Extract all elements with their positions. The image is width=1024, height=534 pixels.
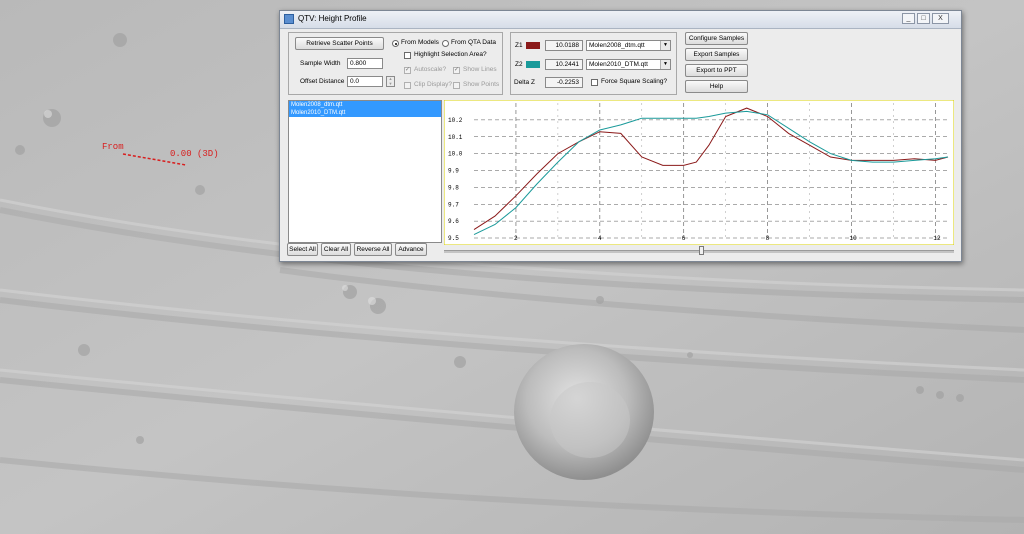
y-tick-label: 9.8 [448,184,459,191]
highlight-selection-label: Highlight Selection Area? [414,51,487,58]
clip-display-label: Clip Display? [414,81,452,88]
offset-distance-input[interactable]: 0.0 [347,76,383,87]
x-tick-label: 2 [514,235,518,242]
list-item[interactable]: Molen2008_dtm.qtt [289,101,441,109]
delta-z-value: -0.2253 [545,77,583,88]
sample-width-input[interactable]: 0.800 [347,58,383,69]
plot-background [444,100,954,245]
delta-z-label: Delta Z [514,79,535,86]
autoscale-label: Autoscale? [414,66,447,73]
y-tick-label: 9.5 [448,235,459,242]
x-tick-label: 12 [933,235,941,242]
maximize-button[interactable]: □ [917,13,930,24]
help-button[interactable]: Help [685,80,748,93]
z2-model-value: Molen2010_DTM.qtt [589,61,648,68]
chevron-down-icon[interactable]: ▼ [660,41,670,50]
export-to-ppt-button[interactable]: Export to PPT [685,64,748,77]
y-tick-label: 9.6 [448,218,459,225]
chevron-down-icon[interactable]: ▼ [660,60,670,69]
annotation-from-label: From [102,142,124,152]
annotation-distance-label: 0.00 (3D) [170,149,219,159]
z2-model-select[interactable]: Molen2010_DTM.qtt ▼ [586,59,671,70]
reverse-all-button[interactable]: Reverse All [354,243,392,256]
z1-label: Z1 [515,42,523,49]
highlight-selection-checkbox[interactable] [404,52,411,59]
from-qta-data-radio[interactable] [442,40,449,47]
z1-model-value: Molen2008_dtm.qtt [589,42,645,49]
autoscale-checkbox[interactable]: ✓ [404,67,411,74]
z1-value: 10.0188 [545,40,583,51]
z1-model-select[interactable]: Molen2008_dtm.qtt ▼ [586,40,671,51]
offset-distance-label: Offset Distance [300,78,345,85]
force-square-scaling-label: Force Square Scaling? [601,78,668,85]
from-models-label: From Models [401,39,439,46]
z2-label: Z2 [515,61,523,68]
model-list[interactable]: Molen2008_dtm.qtt Molen2010_DTM.qtt [288,100,442,243]
height-profile-chart[interactable]: 9.5 9.6 9.7 9.8 9.9 10.0 10.1 10.2 2 4 6 8 10 12 [444,100,954,245]
show-points-label: Show Points [463,81,500,88]
force-square-scaling-checkbox[interactable] [591,79,598,86]
clear-all-button[interactable]: Clear All [321,243,351,256]
y-tick-label: 9.7 [448,201,459,208]
configure-samples-button[interactable]: Configure Samples [685,32,748,45]
select-all-button[interactable]: Select All [287,243,318,256]
show-lines-label: Show Lines [463,66,497,73]
list-item[interactable]: Molen2010_DTM.qtt [289,109,441,117]
z1-color-swatch[interactable] [526,42,540,49]
close-button[interactable]: X [932,13,949,24]
x-tick-label: 10 [850,235,858,242]
sample-width-label: Sample Width [300,60,341,67]
x-tick-label: 4 [598,235,602,242]
from-models-radio[interactable] [392,40,399,47]
title-bar[interactable]: QTV: Height Profile _ □ X [280,11,961,29]
advance-button[interactable]: Advance [395,243,427,256]
app-icon [284,14,294,24]
y-tick-label: 10.2 [448,117,463,124]
y-tick-label: 10.1 [448,134,463,141]
minimize-button[interactable]: _ [902,13,915,24]
height-profile-window: QTV: Height Profile _ □ X Retrieve Scatt… [279,10,962,262]
x-tick-label: 8 [766,235,770,242]
show-lines-checkbox[interactable]: ✓ [453,67,460,74]
window-title: QTV: Height Profile [298,14,367,23]
y-tick-label: 10.0 [448,151,463,158]
y-tick-label: 9.9 [448,168,459,175]
export-samples-button[interactable]: Export Samples [685,48,748,61]
z2-value: 10.2441 [545,59,583,70]
show-points-checkbox[interactable] [453,82,460,89]
offset-distance-spinner[interactable]: ▲ ▼ [386,76,395,87]
x-tick-label: 6 [682,235,686,242]
z2-color-swatch[interactable] [526,61,540,68]
from-qta-data-label: From QTA Data [451,39,497,46]
clip-display-checkbox[interactable] [404,82,411,89]
retrieve-scatter-points-button[interactable]: Retrieve Scatter Points [295,37,384,50]
profile-slider-thumb[interactable] [699,246,704,255]
